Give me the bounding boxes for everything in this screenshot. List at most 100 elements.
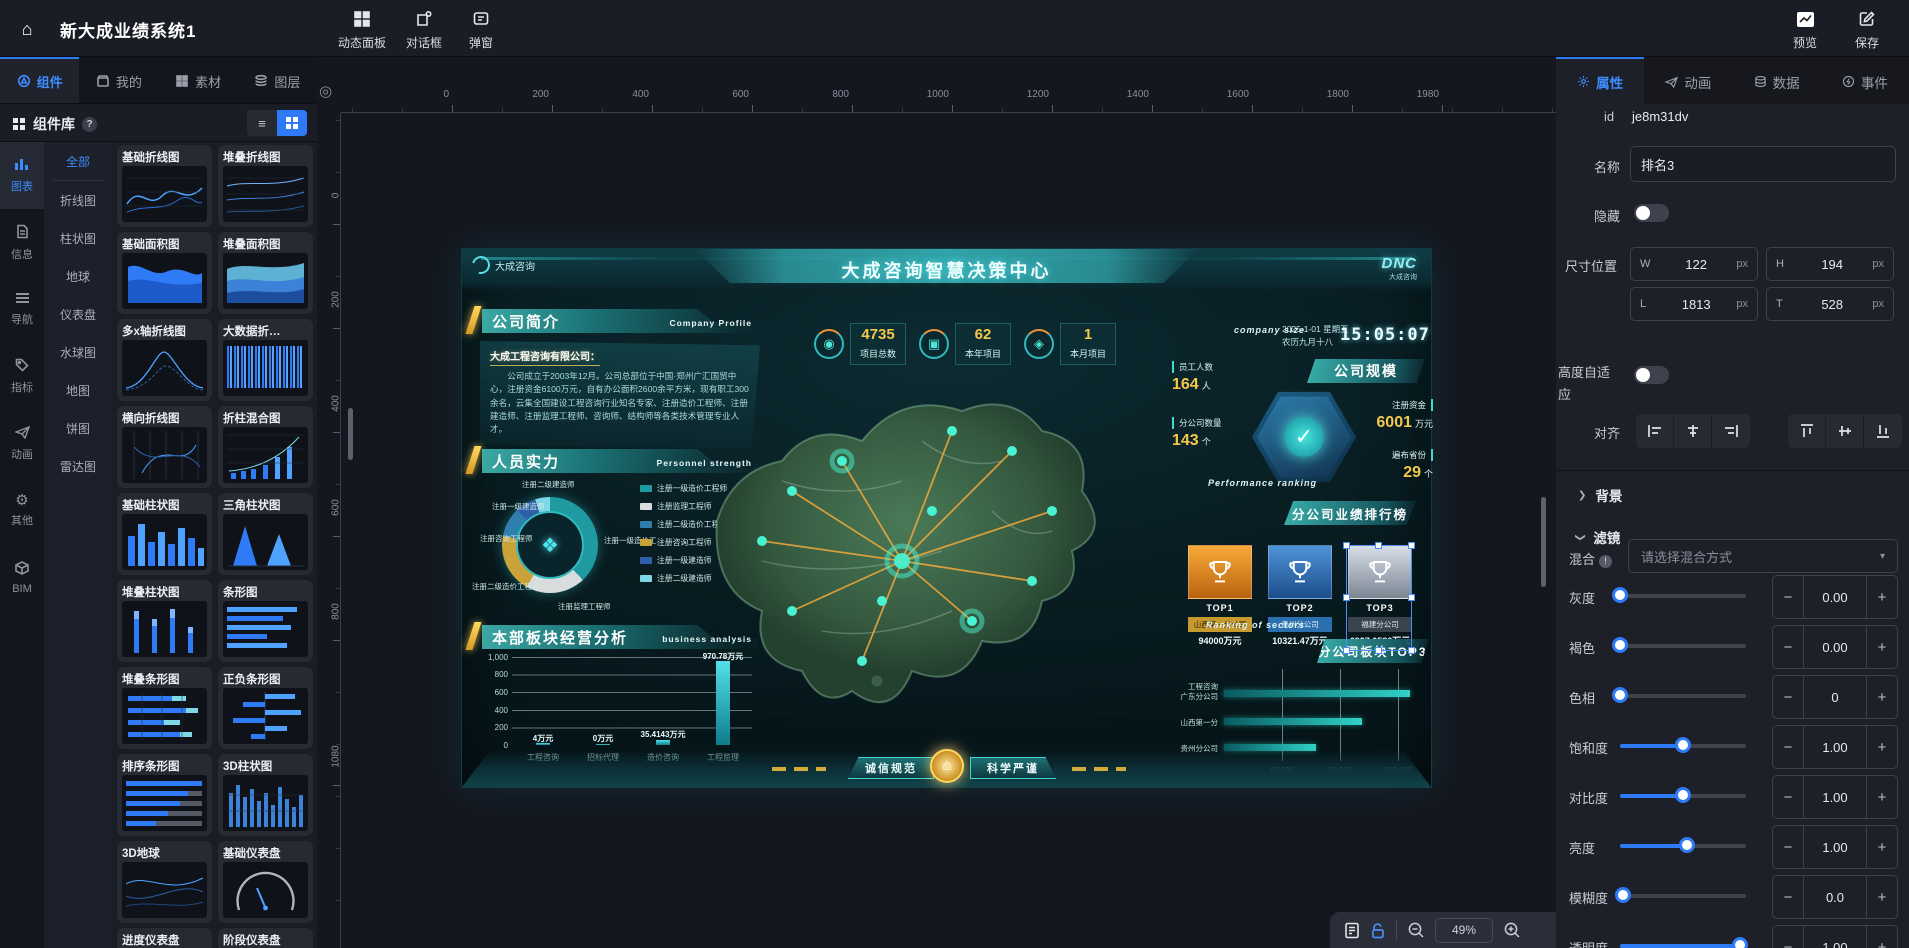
component-card[interactable]: 3D柱状图 (218, 754, 313, 836)
minus-button[interactable]: − (1773, 776, 1803, 818)
minus-button[interactable]: − (1773, 576, 1803, 618)
popup-button[interactable]: 弹窗 (452, 7, 510, 51)
dynamic-panel-button[interactable]: 动态面板 (333, 7, 391, 51)
component-card[interactable]: 排序条形图 (117, 754, 212, 836)
minus-button[interactable]: − (1773, 926, 1803, 948)
minus-button[interactable]: − (1773, 876, 1803, 918)
blend-mode-select[interactable]: 请选择混合方式▾ (1628, 539, 1898, 573)
zoom-out-icon[interactable] (1407, 921, 1425, 939)
subcategory-liquid[interactable]: 水球图 (44, 333, 112, 371)
component-card[interactable]: 堆叠面积图 (218, 232, 313, 314)
component-card[interactable]: 堆叠柱状图 (117, 580, 212, 662)
height-input[interactable]: H194px (1766, 247, 1894, 281)
category-indicator[interactable]: 指标 (0, 343, 44, 410)
subcategory-all[interactable]: 全部 (44, 142, 112, 180)
plus-button[interactable]: + (1867, 626, 1897, 668)
grid-view-button[interactable] (277, 110, 307, 136)
home-icon[interactable]: ⌂ (12, 14, 42, 44)
background-section-toggle[interactable]: ❯背景 (1578, 485, 1622, 505)
component-card[interactable]: 大数据折… (218, 319, 313, 401)
component-card[interactable]: 基础面积图 (117, 232, 212, 314)
component-card[interactable]: 多x轴折线图 (117, 319, 212, 401)
plus-button[interactable]: + (1867, 676, 1897, 718)
panel-company-profile-header[interactable]: 公司简介Company Profile (482, 309, 758, 333)
align-left-button[interactable] (1636, 414, 1674, 448)
component-card[interactable]: 基础仪表盘 (218, 841, 313, 923)
saturation-slider[interactable] (1620, 744, 1746, 748)
subcategory-pie[interactable]: 饼图 (44, 409, 112, 447)
footer-button-science[interactable]: 科学严谨 (970, 757, 1056, 779)
subcategory-map[interactable]: 地图 (44, 371, 112, 409)
panel-company-size-header[interactable]: 公司规模 (1307, 359, 1425, 383)
minus-button[interactable]: − (1773, 726, 1803, 768)
component-card[interactable]: 条形图 (218, 580, 313, 662)
footer-button-integrity[interactable]: 诚信规范 (848, 757, 934, 779)
tab-layers[interactable]: 图层 (238, 57, 317, 103)
contrast-slider[interactable] (1620, 794, 1746, 798)
component-card[interactable]: 基础折线图 (117, 145, 212, 227)
category-nav[interactable]: 导航 (0, 276, 44, 343)
selection-box[interactable] (1346, 545, 1412, 651)
save-button[interactable]: 保存 (1838, 7, 1896, 51)
dialog-button[interactable]: 对话框 (395, 7, 453, 51)
plus-button[interactable]: + (1867, 826, 1897, 868)
canvas-scrollbar-left[interactable] (348, 408, 353, 460)
component-card[interactable]: 正负条形图 (218, 667, 313, 749)
category-bim[interactable]: BIM (0, 544, 44, 611)
rank-card-top2[interactable]: TOP2 贵州分公司 10321.47万元 (1268, 545, 1332, 647)
zoom-in-icon[interactable] (1503, 921, 1521, 939)
library-help-icon[interactable]: ? (82, 117, 97, 132)
dashboard-kpi-row[interactable]: ◉ 4735项目总数 ▣ 62本年项目 ◈ 1本月项目 (814, 323, 1134, 365)
align-right-button[interactable] (1712, 414, 1750, 448)
subcategory-radar[interactable]: 雷达图 (44, 447, 112, 485)
zoom-level-input[interactable]: 49% (1435, 918, 1493, 943)
category-other[interactable]: ⚙ 其他 (0, 477, 44, 544)
grayscale-slider[interactable] (1620, 594, 1746, 598)
component-card[interactable]: 横向折线图 (117, 406, 212, 488)
tab-events[interactable]: 事件 (1821, 57, 1909, 104)
subcategory-line[interactable]: 折线图 (44, 181, 112, 219)
tab-animation[interactable]: 动画 (1644, 57, 1732, 104)
width-input[interactable]: W122px (1630, 247, 1758, 281)
brightness-slider[interactable] (1620, 844, 1746, 848)
minus-button[interactable]: − (1773, 626, 1803, 668)
opacity-slider[interactable] (1620, 944, 1746, 948)
subcategory-globe[interactable]: 地球 (44, 257, 112, 295)
tab-properties[interactable]: 属性 (1556, 57, 1644, 104)
plus-button[interactable]: + (1867, 876, 1897, 918)
unlock-icon[interactable] (1370, 922, 1386, 939)
hide-toggle[interactable] (1634, 204, 1669, 222)
subcategory-gauge[interactable]: 仪表盘 (44, 295, 112, 333)
canvas-scrollbar-right[interactable] (1541, 497, 1546, 587)
blur-slider[interactable] (1620, 894, 1746, 898)
align-top-button[interactable] (1788, 414, 1826, 448)
left-input[interactable]: L1813px (1630, 287, 1758, 321)
name-input[interactable]: 排名3 (1630, 146, 1896, 182)
page-outline-icon[interactable] (1344, 922, 1360, 939)
footer-home-icon[interactable]: ⌂ (930, 749, 964, 783)
tab-mine[interactable]: 我的 (79, 57, 158, 103)
china-map[interactable] (642, 361, 1142, 761)
align-bottom-button[interactable] (1864, 414, 1902, 448)
component-card[interactable]: 三角柱状图 (218, 493, 313, 575)
list-view-button[interactable]: ≡ (247, 110, 277, 136)
rank-card-top1[interactable]: TOP1 山西第一分公司 94000万元 (1188, 545, 1252, 647)
component-card[interactable]: 堆叠条形图 (117, 667, 212, 749)
category-charts[interactable]: 图表 (0, 142, 44, 209)
hue-slider[interactable] (1620, 694, 1746, 698)
ruler-origin-icon[interactable]: ◎ (319, 82, 332, 100)
preview-button[interactable]: 预览 (1776, 7, 1834, 51)
component-card[interactable]: 阶段仪表盘 (218, 928, 313, 948)
top-input[interactable]: T528px (1766, 287, 1894, 321)
dashboard-artboard[interactable]: 大成咨询智慧决策中心 大成咨询 DNC 大成咨询 2025-1-01 星期五农历… (461, 248, 1432, 788)
minus-button[interactable]: − (1773, 676, 1803, 718)
align-middle-button[interactable] (1826, 414, 1864, 448)
subcategory-bar[interactable]: 柱状图 (44, 219, 112, 257)
align-center-h-button[interactable] (1674, 414, 1712, 448)
component-card[interactable]: 堆叠折线图 (218, 145, 313, 227)
plus-button[interactable]: + (1867, 726, 1897, 768)
component-card[interactable]: 基础柱状图 (117, 493, 212, 575)
component-card[interactable]: 进度仪表盘 (117, 928, 212, 948)
autoheight-toggle[interactable] (1634, 366, 1669, 384)
minus-button[interactable]: − (1773, 826, 1803, 868)
